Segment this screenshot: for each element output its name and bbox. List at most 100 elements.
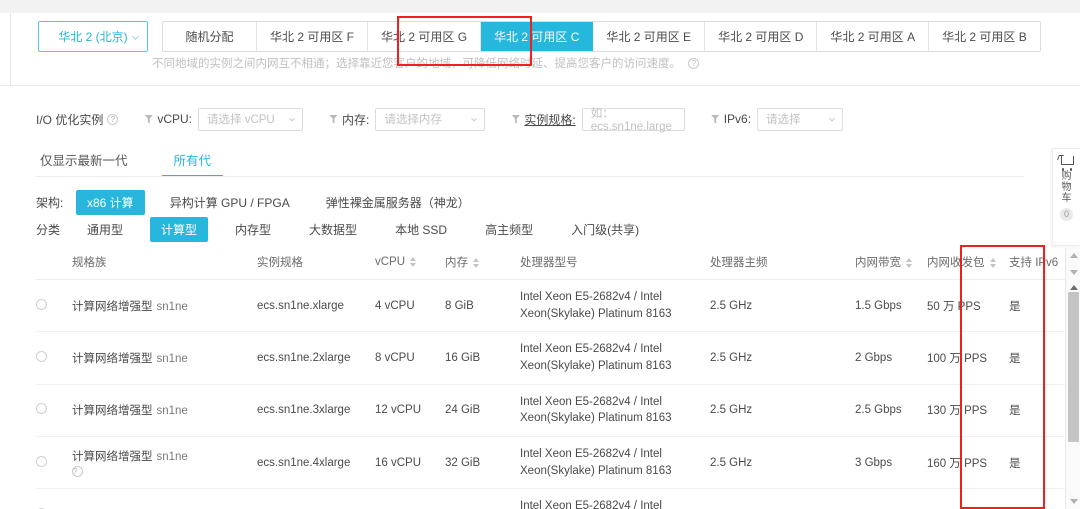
family-name: 计算网络增强型 [72, 301, 153, 313]
table-row[interactable]: 计算网络增强型sn1neecs.sn1ne.2xlarge8 vCPU16 Gi… [36, 332, 1080, 384]
scroll-down-arrow-icon[interactable] [1066, 265, 1080, 280]
zone-hint-text: 不同地域的实例之间内网互不相通；选择靠近您客户的地域，可降低网络时延、提高您客户… [152, 55, 699, 71]
cell-vcpu: 8 vCPU [375, 332, 445, 384]
row-radio-button[interactable] [36, 351, 47, 362]
category-option-4[interactable]: 本地 SSD [384, 217, 458, 242]
generation-tab-0[interactable]: 仅显示最新一代 [36, 150, 132, 177]
architecture-option-1[interactable]: 异构计算 GPU / FPGA [159, 190, 301, 215]
left-edge-stub [0, 47, 9, 61]
cell-pps: 160 万 PPS [927, 437, 1009, 489]
page-root: 华北 2 (北京) 随机分配华北 2 可用区 F华北 2 可用区 G华北 2 可… [0, 0, 1080, 509]
chevron-down-icon [829, 116, 835, 122]
filter-placeholder-0: 请选择 vCPU [207, 111, 275, 127]
scroll-up-arrow-icon[interactable] [1066, 248, 1080, 263]
cell-spec: ecs.sn1ne.xlarge [257, 280, 375, 332]
row-radio-button[interactable] [36, 299, 47, 310]
column-header-label-vcpu: vCPU [375, 256, 405, 268]
filter-select-1[interactable]: 请选择内存 [375, 108, 485, 131]
column-header-pps[interactable]: 内网收发包 [927, 245, 1009, 280]
column-header-label-mem: 内存 [445, 257, 468, 269]
cell-spec: ecs.sn1ne.2xlarge [257, 332, 375, 384]
row-radio-button[interactable] [36, 403, 47, 414]
family-code: sn1ne [157, 451, 188, 463]
cell-frequency: 2.5 GHz [710, 384, 855, 436]
table-row[interactable]: 计算网络增强型sn1ne?ecs.sn1ne.4xlarge16 vCPU32 … [36, 437, 1080, 489]
category-option-3[interactable]: 大数据型 [298, 217, 368, 242]
cell-processor-model: Intel Xeon E5-2682v4 / Intel Xeon(Skylak… [520, 437, 710, 489]
zone-hint-label: 不同地域的实例之间内网互不相通；选择靠近您客户的地域，可降低网络时延、提高您客户… [152, 58, 681, 70]
column-header-mem[interactable]: 内存 [445, 245, 520, 280]
column-header-label-band: 内网带宽 [855, 257, 901, 269]
architecture-option-2[interactable]: 弹性裸金属服务器（神龙） [315, 190, 481, 215]
region-dropdown-label: 华北 2 (北京) [58, 28, 127, 45]
filter-label-3: IPv6: [724, 112, 751, 126]
filter-select-0[interactable]: 请选择 vCPU [198, 108, 303, 131]
sort-arrows-icon[interactable] [906, 258, 912, 268]
category-option-6[interactable]: 入门级(共享) [560, 217, 650, 242]
cell-family: 计算网络增强型sn1ne [72, 332, 257, 384]
zone-tab-group: 随机分配华北 2 可用区 F华北 2 可用区 G华北 2 可用区 C华北 2 可… [162, 21, 1041, 52]
zone-tab-3[interactable]: 华北 2 可用区 C [481, 22, 593, 51]
architecture-option-0[interactable]: x86 计算 [76, 190, 145, 215]
zone-selector-bar: 华北 2 (北京) 随机分配华北 2 可用区 F华北 2 可用区 G华北 2 可… [38, 21, 1041, 52]
zone-tab-6[interactable]: 华北 2 可用区 A [817, 22, 929, 51]
family-name: 计算网络增强型 [72, 451, 153, 463]
column-header-vcpu[interactable]: vCPU [375, 245, 445, 280]
shopping-cart-label: 购物车 [1062, 171, 1072, 205]
row-radio-cell [36, 384, 72, 436]
processor-model-text: Intel Xeon E5-2682v4 / Intel Xeon(Skylak… [520, 498, 710, 509]
io-optimized-text: I/O 优化实例 [36, 111, 103, 128]
processor-model-text: Intel Xeon E5-2682v4 / Intel Xeon(Skylak… [520, 341, 710, 374]
funnel-icon [711, 115, 720, 124]
filter-placeholder-2: 如：ecs.sn1ne.large [591, 105, 676, 133]
cell-bandwidth: 3 Gbps [855, 437, 927, 489]
category-option-5[interactable]: 高主频型 [474, 217, 544, 242]
vertical-scrollbar[interactable] [1065, 248, 1080, 509]
help-icon[interactable]: ? [72, 466, 83, 477]
scroll-bottom-arrow-icon[interactable] [1066, 494, 1080, 509]
column-header-label-spec: 实例规格 [257, 257, 303, 269]
sort-arrows-icon[interactable] [410, 257, 416, 267]
filter-item-0: vCPU:请选择 vCPU [144, 108, 303, 131]
chevron-down-icon [132, 32, 139, 39]
filter-select-2[interactable]: 如：ecs.sn1ne.large [582, 108, 685, 131]
row-radio-button[interactable] [36, 456, 47, 467]
zone-tab-5[interactable]: 华北 2 可用区 D [705, 22, 817, 51]
column-header-band[interactable]: 内网带宽 [855, 245, 927, 280]
generation-tab-1[interactable]: 所有代 [170, 150, 216, 177]
zone-tab-0[interactable]: 随机分配 [163, 22, 257, 51]
sort-arrows-icon[interactable] [990, 258, 996, 268]
column-header-freq: 处理器主频 [710, 245, 855, 280]
family-code: sn1ne [157, 353, 188, 365]
filter-select-3[interactable]: 请选择 [757, 108, 843, 131]
zone-tab-4[interactable]: 华北 2 可用区 E [593, 22, 705, 51]
cell-family: 计算网络增强型 sn1ne? [72, 437, 257, 489]
family-code: sn1ne [157, 301, 188, 313]
zone-tab-7[interactable]: 华北 2 可用区 B [929, 22, 1040, 51]
cell-ipv6: 是 [1009, 384, 1071, 436]
category-option-0[interactable]: 通用型 [76, 217, 134, 242]
table-row[interactable]: 计算网络增强型sn1neecs.sn1ne.6xlarge24 vCPU48 G… [36, 489, 1080, 509]
family-code: sn1ne [157, 405, 188, 417]
zone-tab-2[interactable]: 华北 2 可用区 G [368, 22, 481, 51]
category-option-2[interactable]: 内存型 [224, 217, 282, 242]
table-row[interactable]: 计算网络增强型sn1neecs.sn1ne.xlarge4 vCPU8 GiBI… [36, 280, 1080, 332]
cell-vcpu: 16 vCPU [375, 437, 445, 489]
scrollbar-thumb[interactable] [1068, 292, 1079, 442]
zone-tab-1[interactable]: 华北 2 可用区 F [257, 22, 368, 51]
help-icon[interactable]: ? [107, 114, 118, 125]
row-radio-cell [36, 332, 72, 384]
processor-model-text: Intel Xeon E5-2682v4 / Intel Xeon(Skylak… [520, 446, 710, 479]
region-dropdown[interactable]: 华北 2 (北京) [38, 21, 148, 52]
chevron-down-icon [289, 116, 295, 122]
shopping-cart-panel[interactable]: 购物车 0 [1052, 148, 1080, 246]
cell-bandwidth: 2 Gbps [855, 332, 927, 384]
table-row[interactable]: 计算网络增强型sn1neecs.sn1ne.3xlarge12 vCPU24 G… [36, 384, 1080, 436]
shopping-cart-icon [1059, 155, 1075, 168]
cell-processor-model: Intel Xeon E5-2682v4 / Intel Xeon(Skylak… [520, 332, 710, 384]
help-icon[interactable]: ? [688, 58, 699, 69]
sort-arrows-icon[interactable] [473, 258, 479, 268]
category-option-1[interactable]: 计算型 [150, 217, 208, 242]
cell-ipv6: 是 [1009, 437, 1071, 489]
cell-bandwidth: 2.5 Gbps [855, 384, 927, 436]
